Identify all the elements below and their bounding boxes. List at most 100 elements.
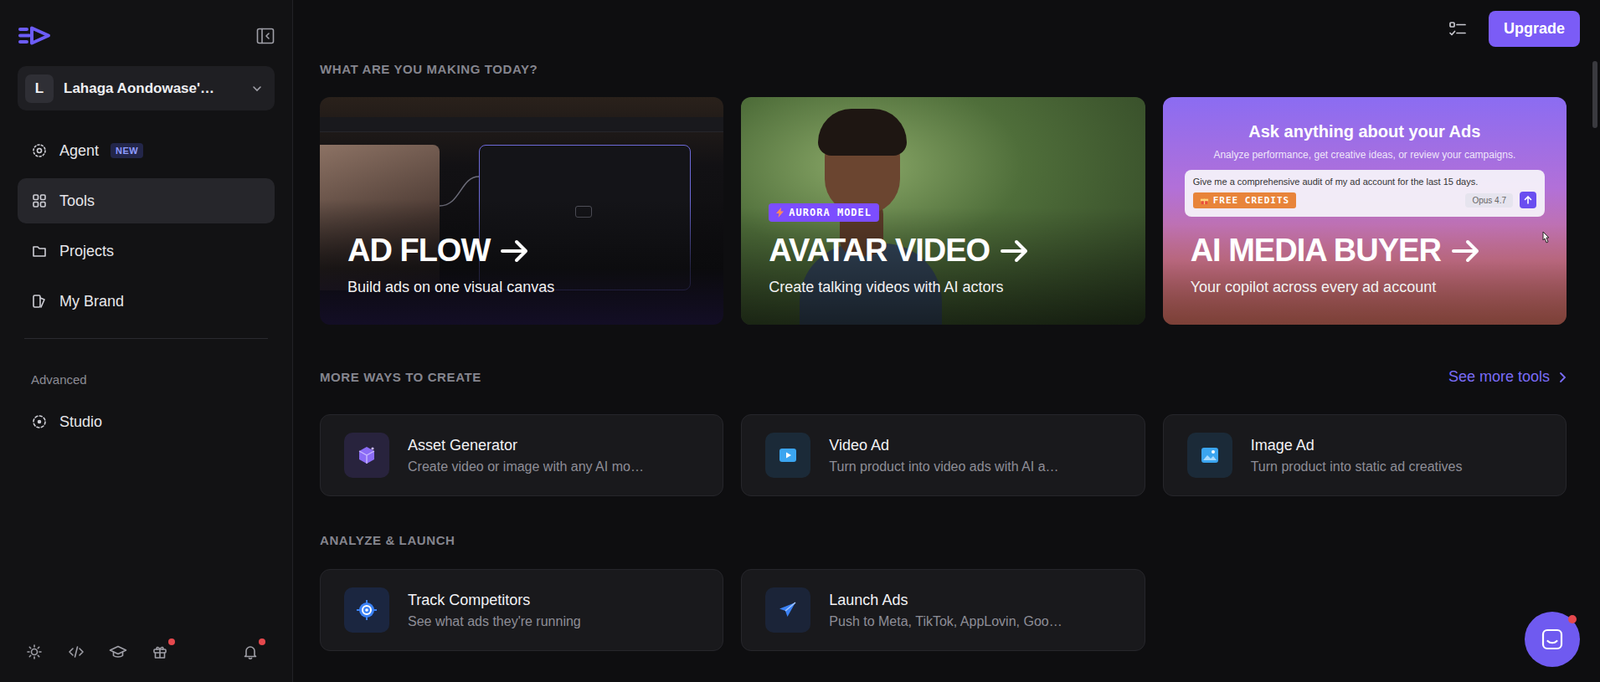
footer-button[interactable] [24,642,45,663]
hero-card-title: AI MEDIA BUYER [1190,233,1441,269]
grid-icon [30,192,48,210]
section-title: WHAT ARE YOU MAKING TODAY? [319,61,1567,78]
chevron-right-icon [1558,371,1567,384]
tool-text: Track CompetitorsSee what ads they're ru… [407,591,582,630]
sidebar-nav: Agent NEW Tools Projects My Brand [17,128,275,325]
footer-button[interactable] [66,642,87,663]
brand-icon [30,293,48,310]
sidebar-item[interactable]: Projects [17,228,275,274]
sun-icon [25,643,43,661]
sidebar-item[interactable]: Agent NEW [17,128,275,174]
advanced-list: Studio [17,399,275,445]
sidebar-item-label: Studio [59,413,103,432]
model-pill: Opus 4.7 [1465,193,1513,208]
sidebar-item-label: Agent [59,142,99,160]
scrollbar-thumb[interactable] [1592,61,1598,129]
sidebar-item[interactable]: Tools [17,178,275,224]
hero-title-row: AD FLOW [347,233,699,269]
tool-card[interactable]: Track CompetitorsSee what ads they're ru… [319,569,724,652]
free-credits-badge: FREE CREDITS [1193,192,1297,209]
hero-card-subtitle: Build ads on one visual canvas [347,278,699,297]
tool-text: Launch Ads Push to Meta, TikTok, AppLovin… [828,591,1062,630]
tool-text: Video Ad Turn product into video ads with… [828,437,1059,475]
upgrade-label: Upgrade [1503,20,1565,38]
tool-text: Image AdTurn product into static ad crea… [1250,437,1463,475]
tool-card[interactable]: Asset GeneratorCreate video or image wit… [319,414,724,497]
play-icon [765,432,811,479]
tool-name: Video Ad [828,437,1059,455]
upgrade-button[interactable]: Upgrade [1488,10,1580,47]
hero-card[interactable]: AD FLOW Build ads on one visual canvas [319,97,724,325]
tool-description: Turn product into video ads with AI a… [828,459,1059,475]
footer-button[interactable] [240,642,261,663]
logo-icon[interactable] [17,25,53,47]
tool-card[interactable]: Launch Ads Push to Meta, TikTok, AppLovin… [740,569,1145,652]
footer-button[interactable] [108,642,129,663]
sidebar-footer [17,642,275,682]
workspace-selector[interactable]: L Lahaga Aondowase'… [17,66,275,111]
arrow-right-icon [1450,238,1482,264]
section-label: Advanced [17,372,275,388]
mock-heading: Ask anything about your Ads [1162,122,1567,142]
footer-button[interactable] [149,642,170,663]
tool-name: Launch Ads [828,591,1062,610]
hero-card-content: AURORA MODEL AVATAR VIDEO Create talking v… [768,203,1120,297]
paper-plane-icon [765,587,811,633]
notification-dot [168,638,175,646]
arrow-up-icon [1523,195,1533,205]
see-more-tools-link[interactable]: See more tools [1448,368,1567,386]
mock-subheading: Analyze performance, get creative ideas,… [1162,149,1567,161]
hero-title-row: AVATAR VIDEO [768,233,1120,269]
sidebar-item-label: Projects [59,242,114,261]
sidebar-item-label: My Brand [59,293,124,311]
collapse-sidebar-icon[interactable] [256,27,275,45]
workspace-avatar: L [25,74,54,103]
chat-button[interactable] [1524,612,1580,668]
mock-prompt: Give me a comprehensive audit of my ad a… [1193,176,1537,187]
badge-label: FREE CREDITS [1213,195,1290,206]
new-badge: NEW [110,143,144,159]
section-header: MORE WAYS TO CREATESee more tools [319,368,1567,386]
notification-dot [258,638,266,646]
create-tools: Asset GeneratorCreate video or image wit… [319,414,1567,497]
checklist-icon[interactable] [1448,20,1467,39]
analyze-tools: Track CompetitorsSee what ads they're ru… [319,569,1567,652]
hero-cards: AD FLOW Build ads on one visual canvas AUR… [319,97,1567,325]
graduation-cap-icon [108,643,128,661]
tool-name: Track Competitors [407,591,582,610]
arrow-right-icon [499,238,530,264]
hero-card-content: AI MEDIA BUYER Your copilot across every … [1190,233,1542,297]
model-badge: AURORA MODEL [768,203,880,222]
divider [24,338,268,340]
hero-card-title: AD FLOW [347,233,490,269]
workspace-initial: L [35,80,44,98]
hero-card[interactable]: AURORA MODEL AVATAR VIDEO Create talking v… [740,97,1145,325]
tool-description: Push to Meta, TikTok, AppLovin, Goo… [828,614,1062,630]
notification-dot [1568,615,1577,624]
tool-description: Turn product into static ad creatives [1250,459,1463,475]
tool-text: Asset GeneratorCreate video or image wit… [407,437,644,475]
hero-card-subtitle: Your copilot across every ad account [1190,278,1542,297]
tool-card[interactable]: Video Ad Turn product into video ads with… [740,414,1145,497]
workspace-name: Lahaga Aondowase'… [63,80,242,98]
hero-card-subtitle: Create talking videos with AI actors [768,278,1120,297]
sidebar-item[interactable]: My Brand [17,278,275,325]
mock-prompt-box: Give me a comprehensive audit of my ad a… [1184,169,1545,217]
target-icon [344,587,390,633]
lightning-icon [776,207,784,218]
code-icon [67,643,85,661]
sidebar: L Lahaga Aondowase'… Agent NEW Tools Projects… [0,0,294,682]
sidebar-item-label: Tools [59,192,95,211]
send-button [1519,191,1537,209]
logo-row [17,25,275,47]
gift-icon [151,643,169,661]
tool-name: Asset Generator [407,437,644,455]
chat-icon [1539,627,1565,653]
mock-row: FREE CREDITS Opus 4.7 [1193,191,1537,209]
tool-card[interactable]: Image AdTurn product into static ad crea… [1162,414,1567,497]
gift-icon [1199,195,1210,206]
agent-icon [30,142,48,160]
hero-card[interactable]: Ask anything about your Ads Analyze perfo… [1162,97,1567,325]
folder-icon [30,242,48,260]
sidebar-item[interactable]: Studio [17,399,275,445]
